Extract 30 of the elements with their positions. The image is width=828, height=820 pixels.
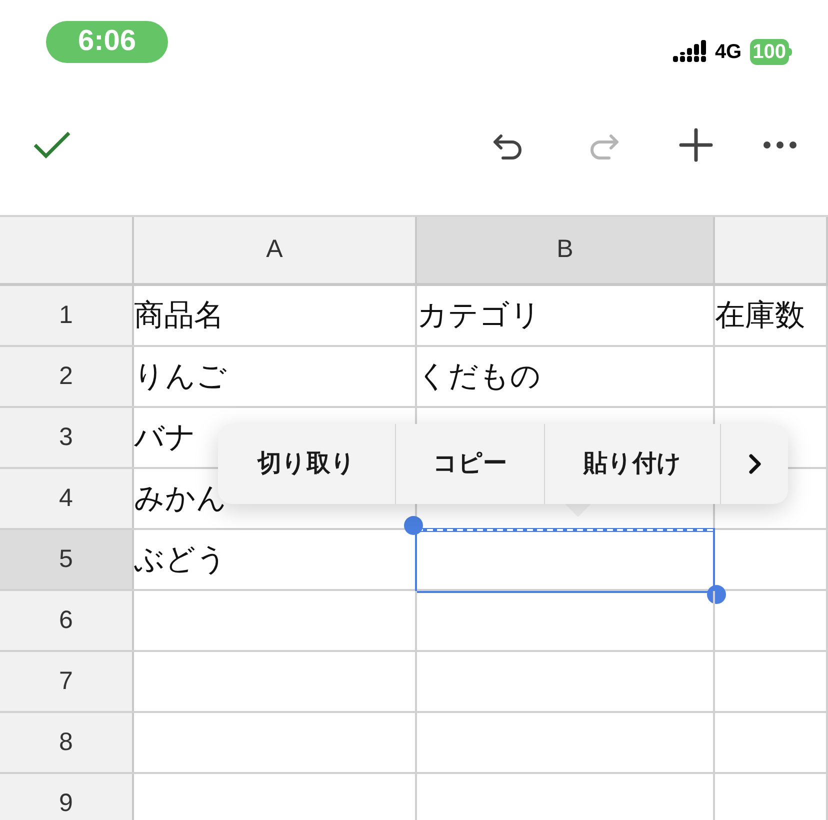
selection-handle[interactable] <box>707 585 726 604</box>
selected-cell[interactable] <box>415 528 715 593</box>
signal-icon <box>672 40 707 64</box>
row-header[interactable]: 8 <box>0 713 134 772</box>
row-header[interactable]: 2 <box>0 347 134 406</box>
battery-indicator: 100 <box>750 39 792 65</box>
column-header[interactable]: B <box>417 217 715 283</box>
table-cell: 商品名 <box>134 286 417 345</box>
menu-item[interactable]: 切り取り <box>218 424 396 504</box>
row-header[interactable]: 9 <box>0 774 134 820</box>
selection-handle[interactable] <box>404 516 423 535</box>
table-cell: りんご <box>134 347 417 406</box>
menu-item[interactable]: コピー <box>396 424 545 504</box>
row-header[interactable]: 3 <box>0 408 134 467</box>
network-label: 4G <box>714 40 742 65</box>
menu-item[interactable]: 貼り付け <box>545 424 721 504</box>
table-cell: 在庫数 <box>715 286 828 345</box>
checkmark-icon <box>32 129 72 161</box>
row-header[interactable]: 1 <box>0 286 134 345</box>
table-cell: カテゴリ <box>417 286 715 345</box>
more-icon <box>763 141 797 149</box>
row-header[interactable]: 5 <box>0 530 134 589</box>
row-header[interactable]: 7 <box>0 652 134 711</box>
row-header[interactable]: 4 <box>0 469 134 528</box>
chevron-right-icon <box>748 453 762 475</box>
row-header[interactable]: 6 <box>0 591 134 650</box>
table-cell: くだもの <box>417 347 715 406</box>
status-time: 6:06 <box>46 21 168 63</box>
column-header[interactable]: A <box>134 217 417 283</box>
plus-icon <box>679 128 713 162</box>
